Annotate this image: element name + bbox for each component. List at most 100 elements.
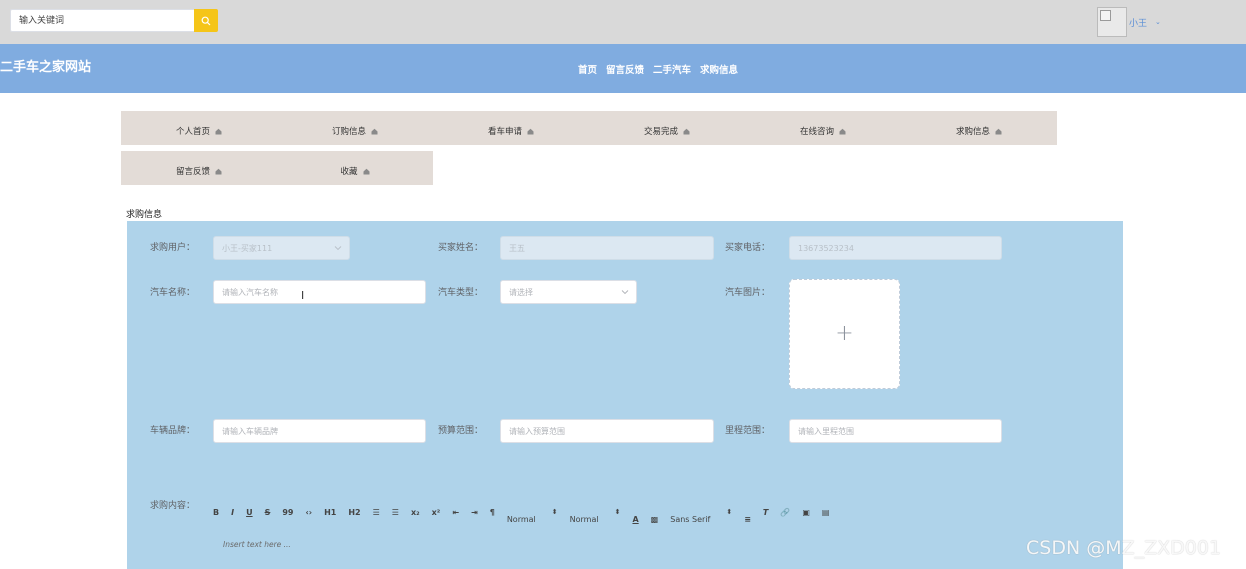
mileage-field[interactable] (789, 419, 1002, 443)
content-label: 求购内容： (150, 501, 196, 511)
budget-label: 预算范围： (438, 426, 484, 436)
subscript-button[interactable]: x₂ (411, 508, 420, 517)
search-button[interactable] (194, 9, 218, 32)
home-icon (839, 128, 846, 134)
avatar[interactable] (1097, 7, 1127, 37)
menu-item-purchase-info[interactable]: 求购信息 (901, 111, 1057, 145)
car-type-input[interactable] (509, 287, 636, 297)
budget-input[interactable] (509, 426, 713, 436)
home-icon (215, 168, 222, 174)
buyer-user-value (222, 243, 349, 253)
buyer-user-select[interactable] (213, 236, 350, 260)
direction-button[interactable]: ¶ (490, 508, 495, 517)
editor-body[interactable]: Insert text here ... (223, 540, 291, 549)
menu-item-feedback[interactable]: 留言反馈 (121, 151, 277, 185)
code-block-button[interactable]: ‹› (306, 508, 313, 517)
menu-item-label: 订购信息 (331, 127, 366, 137)
text-cursor-icon: I (301, 289, 305, 302)
chevron-down-icon (334, 246, 342, 251)
bullet-list-button[interactable]: ☰ (392, 508, 399, 517)
clear-format-icon[interactable]: T (763, 508, 768, 517)
budget-field[interactable] (500, 419, 714, 443)
search-bar (10, 9, 218, 32)
mileage-label: 里程范围： (725, 426, 771, 436)
align-icon[interactable]: ≡ (744, 501, 751, 524)
chevron-updown-icon: ⬍ (551, 508, 558, 516)
car-image-uploader[interactable]: + (789, 279, 900, 389)
nav-link-feedback[interactable]: 留言反馈 (606, 62, 644, 76)
home-icon (683, 128, 690, 134)
text-color-icon[interactable]: A (632, 501, 638, 524)
home-icon (995, 128, 1002, 134)
car-name-label: 汽车名称： (150, 288, 196, 298)
menu-item-label: 留言反馈 (175, 167, 210, 177)
brand-input[interactable] (222, 426, 425, 436)
car-name-field[interactable] (213, 280, 426, 304)
username[interactable]: 小王 (1129, 16, 1147, 29)
user-menu-row-1: 个人首页 订购信息 看车申请 交易完成 在线咨询 求购信息 (121, 111, 1057, 145)
nav-link-used-cars[interactable]: 二手汽车 (653, 62, 691, 76)
car-type-select[interactable] (500, 280, 637, 304)
menu-item-profile[interactable]: 个人首页 (121, 111, 277, 145)
user-menu[interactable]: 小王 ⌄ (1097, 7, 1161, 37)
bold-button[interactable]: B (213, 508, 219, 517)
video-icon[interactable]: ▤ (822, 508, 830, 517)
car-name-input[interactable] (222, 287, 425, 297)
menu-item-label: 在线咨询 (799, 127, 834, 137)
car-image-label: 汽车图片： (725, 288, 771, 298)
menu-item-label: 收藏 (340, 167, 358, 177)
editor-toolbar: B I U S 99 ‹› H1 H2 ☰ ☰ x₂ x² ⇤ ⇥ ¶ Norm… (213, 497, 913, 527)
chevron-updown-icon: ⬍ (726, 508, 733, 516)
chevron-down-icon[interactable]: ⌄ (1155, 18, 1161, 26)
link-icon[interactable]: 🔗 (780, 508, 790, 517)
plus-icon: + (835, 321, 854, 346)
italic-button[interactable]: I (231, 508, 234, 517)
nav-links: 首页 留言反馈 二手汽车 求购信息 (578, 62, 738, 76)
menu-item-label: 看车申请 (487, 127, 522, 137)
mileage-input[interactable] (798, 426, 1001, 436)
nav-link-purchase-info[interactable]: 求购信息 (700, 62, 738, 76)
chevron-down-icon (621, 290, 629, 295)
brand-label: 车辆品牌： (150, 426, 196, 436)
underline-button[interactable]: U (246, 508, 253, 517)
superscript-button[interactable]: x² (432, 508, 441, 517)
chevron-updown-icon: ⬍ (614, 508, 621, 516)
size-select[interactable]: Normal ⬍ (507, 501, 558, 524)
menu-item-consult[interactable]: 在线咨询 (745, 111, 901, 145)
font-select-value: Sans Serif (670, 514, 711, 524)
background-color-icon[interactable]: ▩ (651, 501, 659, 524)
menu-item-label: 交易完成 (643, 127, 678, 137)
menu-item-label: 求购信息 (955, 127, 990, 137)
buyer-user-label: 求购用户： (150, 243, 196, 253)
indent-button[interactable]: ⇥ (471, 508, 478, 517)
strike-button[interactable]: S (265, 508, 271, 517)
nav-link-home[interactable]: 首页 (578, 62, 597, 76)
menu-item-orders[interactable]: 订购信息 (277, 111, 433, 145)
header-select[interactable]: Normal ⬍ (570, 501, 621, 524)
menu-item-completed[interactable]: 交易完成 (589, 111, 745, 145)
outdent-button[interactable]: ⇤ (452, 508, 459, 517)
ordered-list-button[interactable]: ☰ (373, 508, 380, 517)
search-icon (201, 16, 211, 25)
search-input[interactable] (10, 9, 194, 32)
brand-field[interactable] (213, 419, 426, 443)
home-icon (215, 128, 222, 134)
buyer-phone-field[interactable] (789, 236, 1002, 260)
header-select-value: Normal (569, 514, 599, 524)
site-title[interactable]: 二手车之家网站 (0, 56, 91, 75)
blockquote-button[interactable]: 99 (282, 508, 293, 517)
menu-item-viewing-request[interactable]: 看车申请 (433, 111, 589, 145)
image-icon[interactable]: ▣ (802, 508, 810, 517)
menu-item-favorites[interactable]: 收藏 (277, 151, 433, 185)
buyer-name-field[interactable] (500, 236, 714, 260)
purchase-form: 求购用户： 买家姓名： 买家电话： 汽车名称： 汽车类型： 汽车图片： + 车辆… (127, 221, 1123, 569)
header-1-button[interactable]: H1 (324, 508, 336, 517)
font-select[interactable]: Sans Serif ⬍ (670, 501, 732, 524)
header-2-button[interactable]: H2 (348, 508, 360, 517)
home-icon (371, 128, 378, 134)
buyer-name-label: 买家姓名： (438, 243, 484, 253)
car-type-label: 汽车类型： (438, 288, 484, 298)
size-select-value: Normal (506, 514, 536, 524)
home-icon (527, 128, 534, 134)
watermark: CSDN @MZ_ZXD001 (1026, 537, 1222, 559)
